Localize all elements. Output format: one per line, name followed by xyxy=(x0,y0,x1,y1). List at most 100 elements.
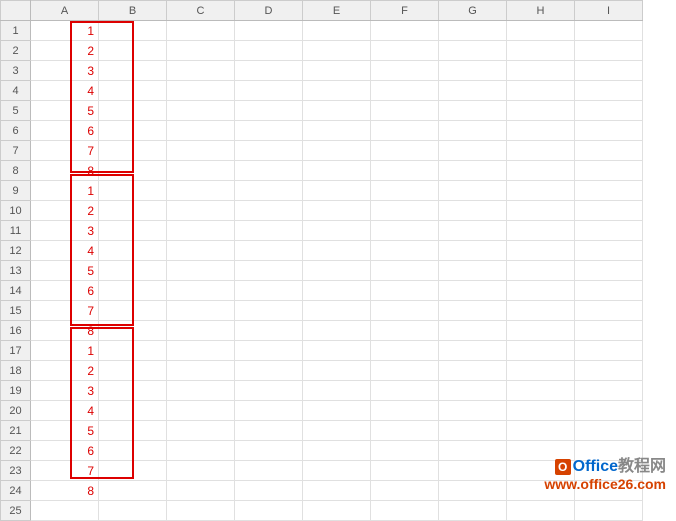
cell-I21[interactable] xyxy=(575,421,643,441)
cell-G20[interactable] xyxy=(439,401,507,421)
cell-F22[interactable] xyxy=(371,441,439,461)
cell-B18[interactable] xyxy=(99,361,167,381)
cell-E21[interactable] xyxy=(303,421,371,441)
cell-C9[interactable] xyxy=(167,181,235,201)
cell-H3[interactable] xyxy=(507,61,575,81)
cell-D21[interactable] xyxy=(235,421,303,441)
cell-H2[interactable] xyxy=(507,41,575,61)
cell-G25[interactable] xyxy=(439,501,507,521)
cell-E1[interactable] xyxy=(303,21,371,41)
cell-I8[interactable] xyxy=(575,161,643,181)
cell-A18[interactable]: 2 xyxy=(31,361,99,381)
cell-B21[interactable] xyxy=(99,421,167,441)
cell-A24[interactable]: 8 xyxy=(31,481,99,501)
row-header-19[interactable]: 19 xyxy=(1,381,31,401)
cell-B16[interactable] xyxy=(99,321,167,341)
cell-B7[interactable] xyxy=(99,141,167,161)
cell-E15[interactable] xyxy=(303,301,371,321)
cell-B8[interactable] xyxy=(99,161,167,181)
cell-C18[interactable] xyxy=(167,361,235,381)
cell-B1[interactable] xyxy=(99,21,167,41)
row-header-11[interactable]: 11 xyxy=(1,221,31,241)
cell-B22[interactable] xyxy=(99,441,167,461)
col-header-G[interactable]: G xyxy=(439,1,507,21)
row-header-20[interactable]: 20 xyxy=(1,401,31,421)
cell-A14[interactable]: 6 xyxy=(31,281,99,301)
cell-I12[interactable] xyxy=(575,241,643,261)
cell-D3[interactable] xyxy=(235,61,303,81)
cell-C5[interactable] xyxy=(167,101,235,121)
cell-G15[interactable] xyxy=(439,301,507,321)
cell-F25[interactable] xyxy=(371,501,439,521)
row-header-15[interactable]: 15 xyxy=(1,301,31,321)
cell-D4[interactable] xyxy=(235,81,303,101)
cell-I11[interactable] xyxy=(575,221,643,241)
cell-F23[interactable] xyxy=(371,461,439,481)
row-header-9[interactable]: 9 xyxy=(1,181,31,201)
cell-F11[interactable] xyxy=(371,221,439,241)
row-header-10[interactable]: 10 xyxy=(1,201,31,221)
cell-A11[interactable]: 3 xyxy=(31,221,99,241)
cell-D2[interactable] xyxy=(235,41,303,61)
cell-G18[interactable] xyxy=(439,361,507,381)
cell-I19[interactable] xyxy=(575,381,643,401)
row-header-12[interactable]: 12 xyxy=(1,241,31,261)
row-header-13[interactable]: 13 xyxy=(1,261,31,281)
cell-F14[interactable] xyxy=(371,281,439,301)
cell-B12[interactable] xyxy=(99,241,167,261)
cell-A5[interactable]: 5 xyxy=(31,101,99,121)
cell-E12[interactable] xyxy=(303,241,371,261)
cell-I7[interactable] xyxy=(575,141,643,161)
cell-B20[interactable] xyxy=(99,401,167,421)
cell-D10[interactable] xyxy=(235,201,303,221)
cell-I1[interactable] xyxy=(575,21,643,41)
row-header-23[interactable]: 23 xyxy=(1,461,31,481)
cell-C2[interactable] xyxy=(167,41,235,61)
cell-A8[interactable]: 8 xyxy=(31,161,99,181)
cell-I17[interactable] xyxy=(575,341,643,361)
cell-G19[interactable] xyxy=(439,381,507,401)
cell-H9[interactable] xyxy=(507,181,575,201)
cell-F10[interactable] xyxy=(371,201,439,221)
cell-C23[interactable] xyxy=(167,461,235,481)
cell-F15[interactable] xyxy=(371,301,439,321)
cell-D11[interactable] xyxy=(235,221,303,241)
cell-E11[interactable] xyxy=(303,221,371,241)
cell-A4[interactable]: 4 xyxy=(31,81,99,101)
cell-G23[interactable] xyxy=(439,461,507,481)
cell-A2[interactable]: 2 xyxy=(31,41,99,61)
row-header-21[interactable]: 21 xyxy=(1,421,31,441)
cell-C4[interactable] xyxy=(167,81,235,101)
cell-G13[interactable] xyxy=(439,261,507,281)
cell-B17[interactable] xyxy=(99,341,167,361)
cell-G21[interactable] xyxy=(439,421,507,441)
cell-H17[interactable] xyxy=(507,341,575,361)
cell-E23[interactable] xyxy=(303,461,371,481)
cell-F20[interactable] xyxy=(371,401,439,421)
cell-A12[interactable]: 4 xyxy=(31,241,99,261)
cell-D9[interactable] xyxy=(235,181,303,201)
cell-A15[interactable]: 7 xyxy=(31,301,99,321)
cell-G14[interactable] xyxy=(439,281,507,301)
cell-D20[interactable] xyxy=(235,401,303,421)
cell-C22[interactable] xyxy=(167,441,235,461)
cell-D5[interactable] xyxy=(235,101,303,121)
cell-C7[interactable] xyxy=(167,141,235,161)
cell-E19[interactable] xyxy=(303,381,371,401)
cell-F3[interactable] xyxy=(371,61,439,81)
cell-C12[interactable] xyxy=(167,241,235,261)
cell-H10[interactable] xyxy=(507,201,575,221)
cell-D12[interactable] xyxy=(235,241,303,261)
cell-H19[interactable] xyxy=(507,381,575,401)
cell-A23[interactable]: 7 xyxy=(31,461,99,481)
cell-E14[interactable] xyxy=(303,281,371,301)
cell-F13[interactable] xyxy=(371,261,439,281)
col-header-B[interactable]: B xyxy=(99,1,167,21)
cell-H25[interactable] xyxy=(507,501,575,521)
cell-H18[interactable] xyxy=(507,361,575,381)
cell-A16[interactable]: 8 xyxy=(31,321,99,341)
cell-C24[interactable] xyxy=(167,481,235,501)
col-header-E[interactable]: E xyxy=(303,1,371,21)
cell-D7[interactable] xyxy=(235,141,303,161)
cell-B4[interactable] xyxy=(99,81,167,101)
